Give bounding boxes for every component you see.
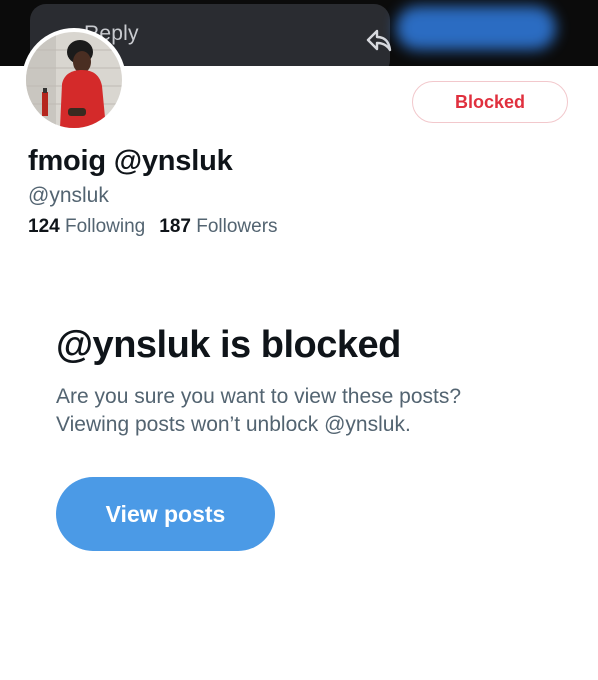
following-link[interactable]: 124 Following bbox=[28, 216, 145, 237]
blurred-button bbox=[396, 6, 556, 50]
following-label: Following bbox=[64, 216, 146, 237]
followers-count: 187 bbox=[159, 216, 191, 237]
profile-handle: @ynsluk bbox=[28, 184, 109, 207]
blocked-description-line1: Are you sure you want to view these post… bbox=[56, 385, 462, 408]
blocked-description: Are you sure you want to view these post… bbox=[56, 383, 536, 439]
profile-page: Reply Blocked fmoig @ynsluk @ynsluk 124 … bbox=[0, 0, 598, 680]
display-name: fmoig @ynsluk bbox=[28, 145, 233, 177]
reply-arrow-icon[interactable] bbox=[365, 28, 393, 54]
followers-link[interactable]: 187 Followers bbox=[159, 216, 277, 237]
following-count: 124 bbox=[28, 216, 60, 237]
view-posts-button[interactable]: View posts bbox=[56, 477, 275, 551]
blocked-title: @ynsluk is blocked bbox=[56, 324, 401, 366]
avatar-photo bbox=[26, 32, 122, 128]
blocked-description-line2: Viewing posts won’t unblock @ynsluk. bbox=[56, 413, 411, 436]
followers-label: Followers bbox=[196, 216, 278, 237]
blocked-button[interactable]: Blocked bbox=[412, 81, 568, 123]
follow-stats: 124 Following 187 Followers bbox=[28, 216, 278, 238]
avatar[interactable] bbox=[22, 28, 126, 132]
